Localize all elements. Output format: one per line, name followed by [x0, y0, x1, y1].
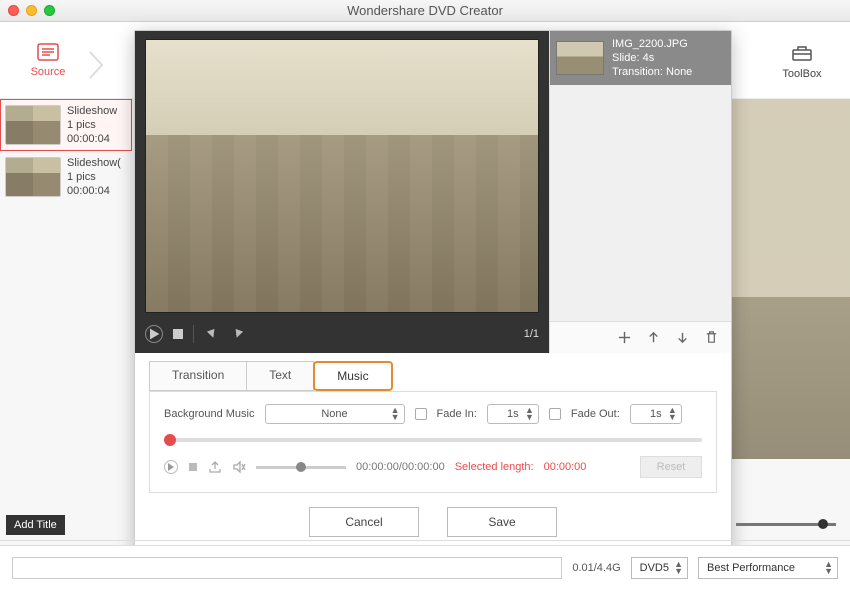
selected-length-label: Selected length: — [455, 461, 534, 473]
quality-value: Best Performance — [707, 562, 795, 574]
music-timecode: 00:00:00/00:00:00 — [356, 461, 445, 473]
play-button[interactable] — [145, 325, 163, 343]
slideshow-time: 00:00:04 — [67, 132, 117, 146]
fadeout-value: 1s — [650, 408, 662, 420]
clip-filename: IMG_2200.JPG — [612, 37, 692, 51]
preview-controls: 1/1 — [135, 315, 549, 353]
clip-item[interactable]: IMG_2200.JPG Slide: 4s Transition: None — [550, 31, 731, 85]
toolbox-label: ToolBox — [782, 68, 821, 80]
selected-length-value: 00:00:00 — [544, 461, 587, 473]
fadein-checkbox[interactable] — [415, 408, 427, 420]
preview-image — [145, 39, 539, 313]
slideshow-meta: Slideshow 1 pics 00:00:04 — [67, 104, 117, 146]
tab-music[interactable]: Music — [313, 361, 392, 391]
slideshow-pics: 1 pics — [67, 170, 121, 184]
updown-icon: ▲▼ — [668, 407, 677, 421]
disc-type-select[interactable]: DVD5 ▲▼ — [631, 557, 688, 579]
zoom-slider[interactable] — [736, 523, 836, 526]
updown-icon: ▲▼ — [391, 407, 400, 421]
tab-transition[interactable]: Transition — [149, 361, 247, 391]
bg-music-label: Background Music — [164, 408, 255, 420]
clip-list-empty — [550, 85, 731, 321]
bg-music-value: None — [321, 408, 347, 420]
fadeout-select[interactable]: 1s ▲▼ — [630, 404, 682, 424]
music-trim-slider[interactable] — [164, 438, 702, 442]
preview-area: 1/1 — [135, 31, 549, 353]
updown-icon: ▲▼ — [824, 561, 833, 575]
clip-panel: IMG_2200.JPG Slide: 4s Transition: None — [549, 31, 731, 353]
delete-icon[interactable] — [704, 330, 719, 345]
slider-handle[interactable] — [164, 434, 176, 446]
source-tab[interactable]: Source — [18, 32, 78, 88]
updown-icon: ▲▼ — [674, 561, 683, 575]
music-play-button[interactable] — [164, 460, 178, 474]
slideshow-sidebar: Slideshow 1 pics 00:00:04 Slideshow( 1 p… — [0, 99, 132, 203]
bg-music-select[interactable]: None ▲▼ — [265, 404, 405, 424]
slideshow-pics: 1 pics — [67, 118, 117, 132]
step-chevron-icon — [88, 50, 106, 80]
slideshow-item[interactable]: Slideshow( 1 pics 00:00:04 — [0, 151, 132, 203]
tab-text[interactable]: Text — [246, 361, 314, 391]
play-icon — [167, 463, 175, 471]
disc-label-field[interactable] — [12, 557, 562, 579]
music-stop-button[interactable] — [188, 462, 198, 472]
clip-tools — [550, 321, 731, 353]
move-down-icon[interactable] — [675, 330, 690, 345]
fadein-label: Fade In: — [437, 408, 477, 420]
music-panel: Background Music None ▲▼ Fade In: 1s ▲▼ … — [149, 391, 717, 493]
add-title-button[interactable]: Add Title — [6, 515, 65, 535]
toolbox-icon — [790, 40, 814, 64]
clip-slide-duration: Slide: 4s — [612, 51, 692, 65]
editor-tabs: Transition Text Music — [149, 361, 717, 391]
size-status: 0.01/4.4G — [572, 562, 620, 574]
separator — [193, 325, 194, 343]
slideshow-thumb — [5, 157, 61, 197]
fadein-value: 1s — [507, 408, 519, 420]
fadein-select[interactable]: 1s ▲▼ — [487, 404, 539, 424]
updown-icon: ▲▼ — [525, 407, 534, 421]
move-up-icon[interactable] — [646, 330, 661, 345]
clip-transition: Transition: None — [612, 65, 692, 79]
slideshow-editor-dialog: 1/1 IMG_2200.JPG Slide: 4s Transition: N… — [134, 30, 732, 557]
export-icon[interactable] — [208, 460, 222, 474]
toolbox-tab[interactable]: ToolBox — [772, 32, 832, 88]
fadeout-label: Fade Out: — [571, 408, 620, 420]
bottom-bar: 0.01/4.4G DVD5 ▲▼ Best Performance ▲▼ — [0, 545, 850, 589]
frame-counter: 1/1 — [524, 328, 539, 340]
rotate-right-icon[interactable] — [230, 326, 246, 342]
slideshow-item[interactable]: Slideshow 1 pics 00:00:04 — [0, 99, 132, 151]
add-icon[interactable] — [617, 330, 632, 345]
slideshow-name: Slideshow — [67, 104, 117, 118]
dialog-buttons: Cancel Save — [135, 493, 731, 553]
background-preview — [730, 99, 850, 459]
source-label: Source — [31, 66, 66, 78]
divider — [0, 540, 850, 541]
save-button[interactable]: Save — [447, 507, 557, 537]
fadeout-checkbox[interactable] — [549, 408, 561, 420]
stop-button[interactable] — [173, 329, 183, 339]
rotate-left-icon[interactable] — [204, 326, 220, 342]
clip-thumb — [556, 41, 604, 75]
clip-meta: IMG_2200.JPG Slide: 4s Transition: None — [612, 37, 692, 79]
volume-slider[interactable] — [256, 466, 346, 469]
slideshow-meta: Slideshow( 1 pics 00:00:04 — [67, 156, 121, 198]
disc-type-value: DVD5 — [640, 562, 669, 574]
slideshow-thumb — [5, 105, 61, 145]
titlebar: Wondershare DVD Creator — [0, 0, 850, 22]
window-title: Wondershare DVD Creator — [0, 3, 850, 18]
play-icon — [146, 326, 162, 342]
reset-button[interactable]: Reset — [640, 456, 702, 478]
quality-select[interactable]: Best Performance ▲▼ — [698, 557, 838, 579]
mute-icon[interactable] — [232, 460, 246, 474]
slideshow-name: Slideshow( — [67, 156, 121, 170]
cancel-button[interactable]: Cancel — [309, 507, 419, 537]
slideshow-time: 00:00:04 — [67, 184, 121, 198]
source-icon — [36, 42, 60, 62]
